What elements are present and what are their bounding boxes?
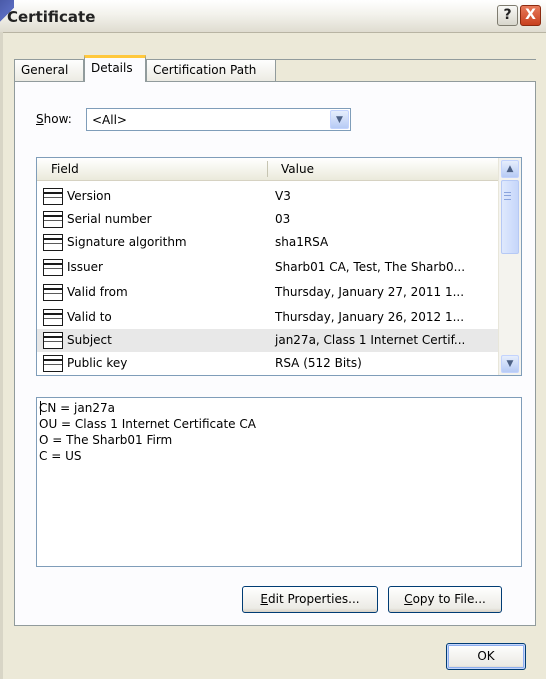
certificate-field-icon bbox=[43, 332, 63, 349]
list-item[interactable]: Signature algorithm sha1RSA bbox=[37, 231, 499, 254]
field-detail-textbox[interactable]: CN = jan27a OU = Class 1 Internet Certif… bbox=[36, 397, 522, 567]
certificate-field-icon bbox=[43, 259, 63, 276]
show-dropdown[interactable]: <All> ▼ bbox=[86, 108, 351, 131]
field-name: Valid from bbox=[67, 285, 128, 299]
chevron-down-icon[interactable]: ▼ bbox=[330, 110, 349, 129]
fields-list-scrollbar[interactable]: ▲ ▼ bbox=[498, 158, 521, 375]
field-value: Thursday, January 27, 2011 1... bbox=[275, 285, 465, 299]
tab-general-label: General bbox=[21, 63, 69, 77]
list-item[interactable]: Version V3 bbox=[37, 185, 499, 208]
list-item[interactable]: Valid to Thursday, January 26, 2012 1... bbox=[37, 306, 499, 329]
column-separator[interactable] bbox=[267, 161, 268, 177]
title-bar[interactable]: Certificate ? X bbox=[0, 0, 546, 33]
tab-certification-path-label: Certification Path bbox=[153, 63, 257, 77]
tab-details-label: Details bbox=[91, 61, 133, 75]
field-value: sha1RSA bbox=[275, 235, 329, 249]
certificate-field-icon bbox=[43, 355, 63, 372]
field-name: Version bbox=[67, 189, 112, 203]
tab-certification-path[interactable]: Certification Path bbox=[146, 59, 276, 81]
field-name: Issuer bbox=[67, 260, 103, 274]
window-left-edge bbox=[0, 32, 3, 679]
help-button[interactable]: ? bbox=[497, 5, 518, 26]
edit-properties-button[interactable]: Edit Properties... bbox=[242, 586, 378, 613]
column-header-value[interactable]: Value bbox=[281, 162, 314, 176]
close-icon: X bbox=[525, 7, 536, 23]
field-value: Sharb01 CA, Test, The Sharb0... bbox=[275, 260, 466, 274]
list-item[interactable]: Public key RSA (512 Bits) bbox=[37, 352, 499, 375]
field-name: Serial number bbox=[67, 212, 152, 226]
column-header-field[interactable]: Field bbox=[51, 162, 79, 176]
detail-line: OU = Class 1 Internet Certificate CA bbox=[39, 417, 256, 431]
detail-line: CN = jan27a bbox=[39, 401, 115, 415]
detail-line: C = US bbox=[39, 449, 82, 463]
certificate-field-icon bbox=[43, 309, 63, 326]
list-item[interactable]: Serial number 03 bbox=[37, 208, 499, 231]
copy-to-file-button[interactable]: Copy to File... bbox=[388, 586, 502, 613]
field-name: Signature algorithm bbox=[67, 235, 187, 249]
field-name: Valid to bbox=[67, 310, 112, 324]
help-icon: ? bbox=[503, 7, 512, 23]
field-value: 03 bbox=[275, 212, 291, 226]
certificate-dialog: Certificate ? X General Details Certific… bbox=[0, 0, 546, 679]
list-item[interactable]: Issuer Sharb01 CA, Test, The Sharb0... bbox=[37, 256, 499, 279]
ok-button[interactable]: OK bbox=[446, 643, 526, 670]
tab-details[interactable]: Details bbox=[84, 55, 146, 82]
certificate-field-icon bbox=[43, 284, 63, 301]
list-item[interactable]: Valid from Thursday, January 27, 2011 1.… bbox=[37, 281, 499, 304]
detail-line: O = The Sharb01 Firm bbox=[39, 433, 173, 447]
field-name: Subject bbox=[67, 333, 112, 347]
show-dropdown-value: <All> bbox=[92, 113, 127, 127]
tab-general[interactable]: General bbox=[14, 59, 84, 81]
field-value: jan27a, Class 1 Internet Certif... bbox=[275, 333, 466, 347]
chevron-down-icon[interactable]: ▼ bbox=[501, 355, 519, 373]
chevron-up-icon[interactable]: ▲ bbox=[501, 160, 519, 178]
field-name: Public key bbox=[67, 356, 128, 370]
fields-list[interactable]: Field Value Version V3 Serial number 03 … bbox=[36, 157, 522, 376]
list-item-selected[interactable]: Subject jan27a, Class 1 Internet Certif.… bbox=[37, 329, 499, 352]
certificate-field-icon bbox=[43, 234, 63, 251]
scrollbar-grip-icon bbox=[504, 192, 511, 200]
window-title: Certificate bbox=[7, 8, 96, 26]
show-label: Show: bbox=[36, 112, 72, 126]
fields-list-header: Field Value bbox=[37, 158, 499, 181]
certificate-field-icon bbox=[43, 188, 63, 205]
close-button[interactable]: X bbox=[520, 5, 541, 26]
text-caret bbox=[40, 401, 41, 415]
field-value: Thursday, January 26, 2012 1... bbox=[275, 310, 465, 324]
field-value: RSA (512 Bits) bbox=[275, 356, 362, 370]
certificate-field-icon bbox=[43, 211, 63, 228]
field-value: V3 bbox=[275, 189, 291, 203]
